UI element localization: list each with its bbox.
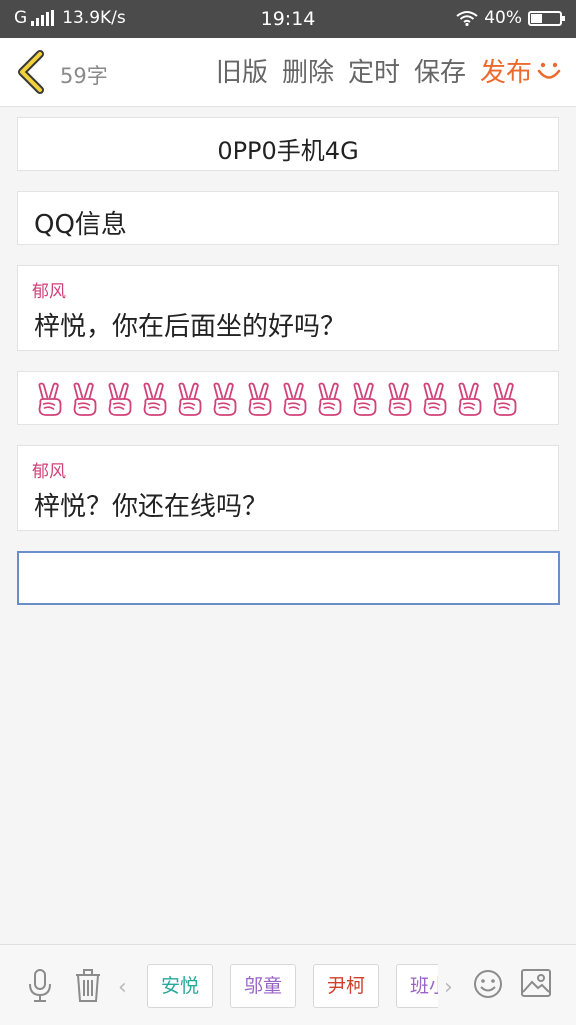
tag-chip[interactable]: 安悦: [147, 964, 213, 1008]
peace-hand-icon: [423, 382, 447, 416]
peace-hand-icon: [213, 382, 237, 416]
wifi-icon: [456, 11, 478, 26]
tag-chip[interactable]: 邬童: [230, 964, 296, 1008]
bottom-toolbar: ‹ 安悦 邬童 尹柯 班小 ›: [0, 944, 576, 1025]
emoji-icon[interactable]: [473, 969, 503, 999]
peace-hand-icon: [493, 382, 517, 416]
header-text: QQ信息: [34, 210, 127, 240]
schedule-button[interactable]: 定时: [348, 52, 400, 89]
peace-hand-icon: [318, 382, 342, 416]
tag-chip-partial[interactable]: 班小: [396, 964, 438, 1008]
peace-hand-icon: [143, 382, 167, 416]
trash-icon[interactable]: [74, 969, 102, 1003]
message-block[interactable]: 郁风 梓悦，你在后面坐的好吗？: [17, 265, 559, 351]
battery-icon: [528, 10, 565, 26]
status-bar: G 13.9K/s 19:14 40%: [0, 0, 576, 38]
message-text: 梓悦，你在后面坐的好吗？: [34, 312, 347, 342]
title-text: 0PP0手机4G: [217, 137, 359, 165]
delete-button[interactable]: 删除: [282, 52, 334, 89]
peace-hand-icon: [388, 382, 412, 416]
old-version-button[interactable]: 旧版: [216, 52, 268, 89]
title-block[interactable]: 0PP0手机4G: [17, 117, 559, 171]
speaker-name: 郁风: [32, 462, 66, 482]
peace-hand-icon: [178, 382, 202, 416]
message-block[interactable]: 郁风 梓悦？你还在线吗？: [17, 445, 559, 531]
chevron-right-icon[interactable]: ›: [444, 975, 453, 1000]
emoji-row: [34, 382, 520, 416]
peace-hand-icon: [38, 382, 62, 416]
peace-hand-icon: [73, 382, 97, 416]
back-arrow-icon[interactable]: [12, 50, 48, 94]
active-text-block[interactable]: [17, 551, 560, 605]
smile-icon: [537, 62, 561, 79]
toolbar-actions: 旧版 删除 定时 保存 发布: [216, 52, 562, 89]
header-block[interactable]: QQ信息: [17, 191, 559, 245]
emoji-block[interactable]: [17, 371, 559, 425]
status-right: 40%: [456, 8, 565, 28]
peace-hand-icon: [248, 382, 272, 416]
chevron-left-icon[interactable]: ‹: [118, 975, 127, 1000]
battery-percent: 40%: [484, 8, 522, 28]
publish-button[interactable]: 发布: [480, 52, 532, 89]
image-icon[interactable]: [521, 969, 551, 997]
editor-toolbar: 59字 旧版 删除 定时 保存 发布: [0, 38, 576, 107]
peace-hand-icon: [108, 382, 132, 416]
peace-hand-icon: [283, 382, 307, 416]
tag-chip[interactable]: 班小: [396, 964, 438, 1008]
tag-chip[interactable]: 尹柯: [313, 964, 379, 1008]
peace-hand-icon: [353, 382, 377, 416]
peace-hand-icon: [458, 382, 482, 416]
character-count: 59字: [60, 64, 108, 88]
speaker-name: 郁风: [32, 282, 66, 302]
message-text: 梓悦？你还在线吗？: [34, 492, 269, 522]
save-button[interactable]: 保存: [414, 52, 466, 89]
microphone-icon[interactable]: [28, 969, 52, 1003]
